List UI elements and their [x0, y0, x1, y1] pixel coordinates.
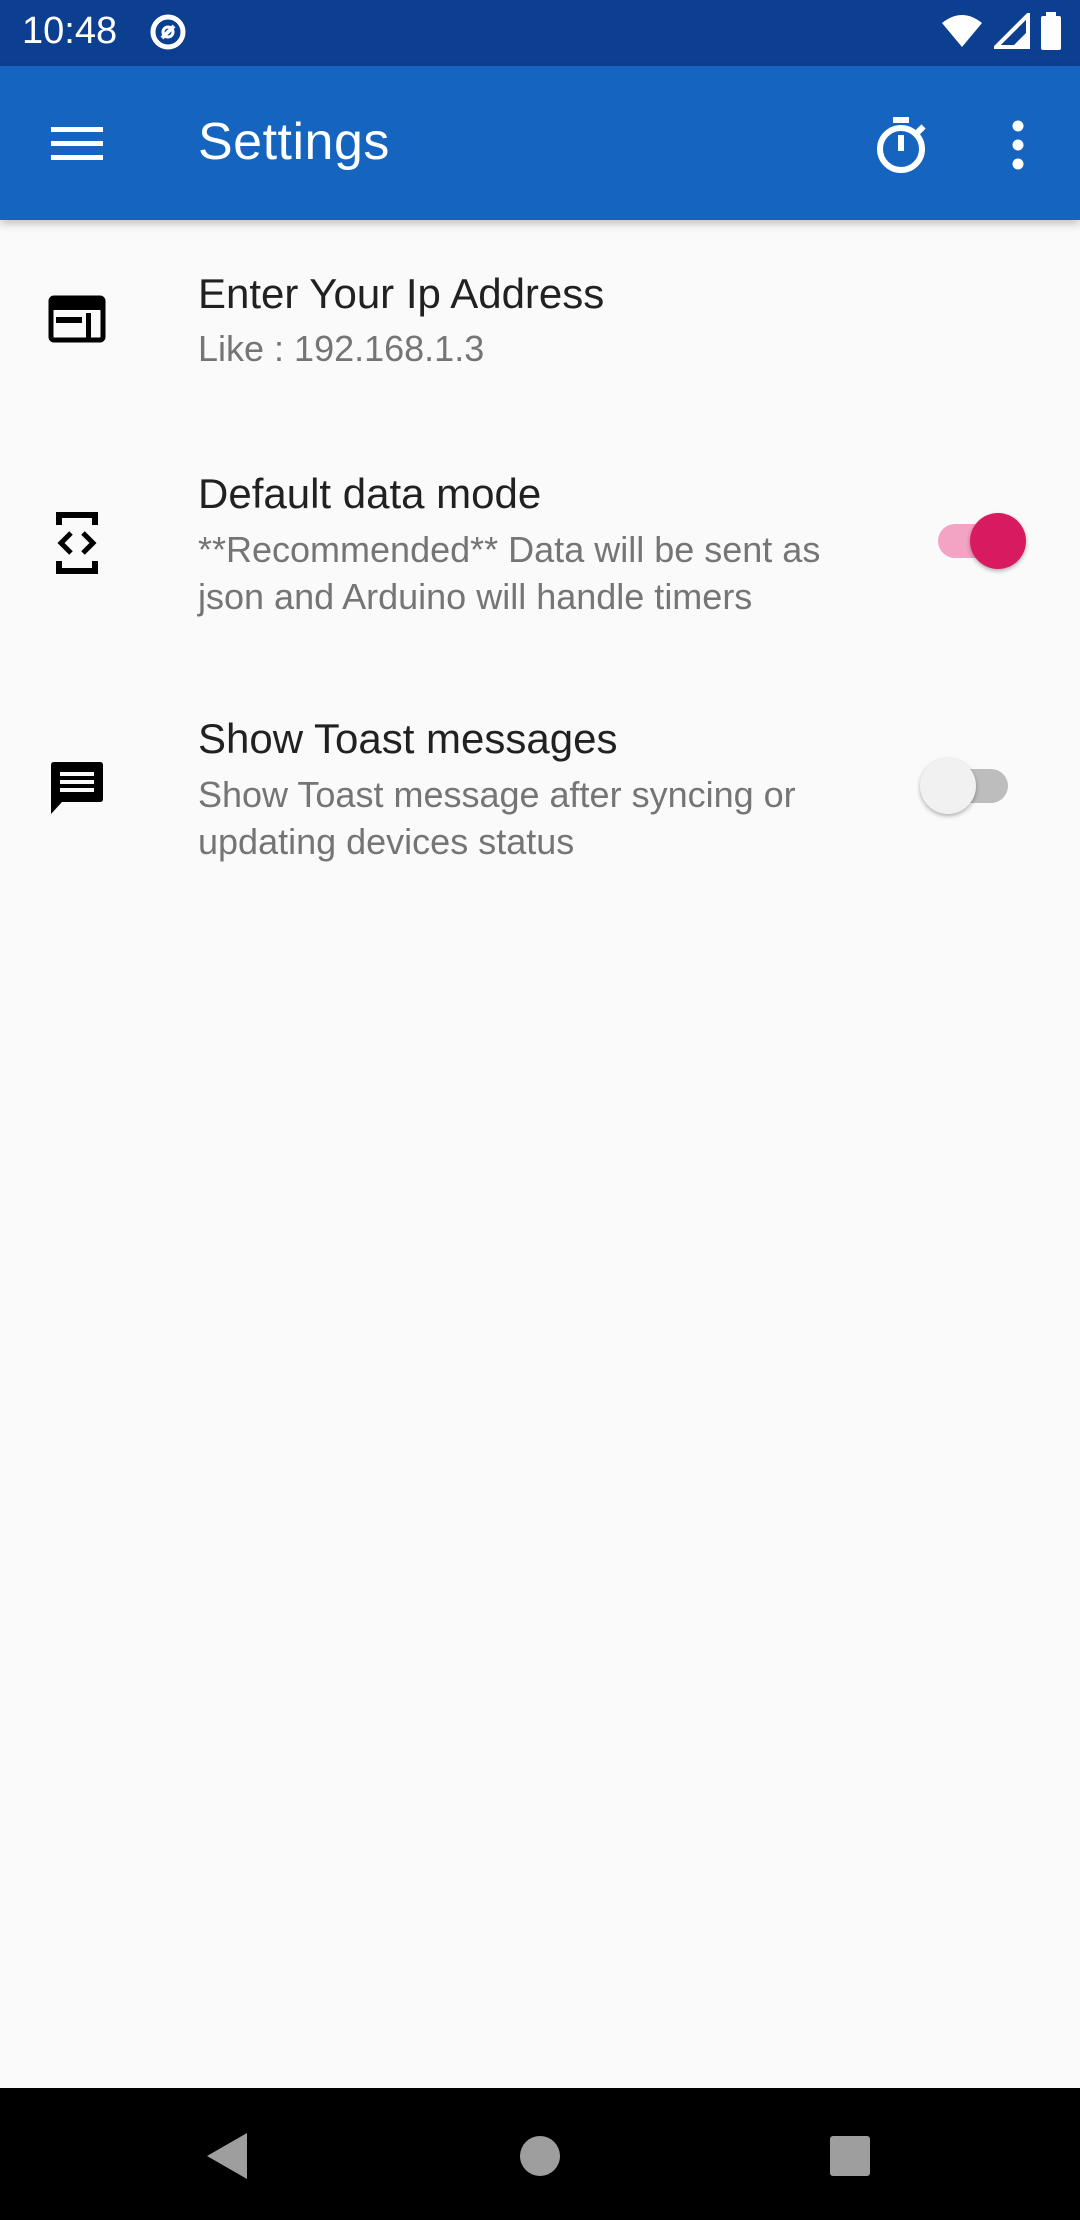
back-icon[interactable] [186, 2116, 266, 2196]
status-bar: 10:48 [0, 0, 1080, 66]
pref-data-mode[interactable]: Default data mode **Recommended** Data w… [0, 440, 1080, 640]
home-icon[interactable] [500, 2116, 580, 2196]
pref-title: Enter Your Ip Address [198, 270, 605, 317]
status-time: 10:48 [22, 10, 118, 52]
data-saver-icon [148, 12, 188, 52]
battery-icon [1040, 11, 1062, 55]
page-title: Settings [198, 113, 390, 171]
cellular-signal-icon [991, 9, 1030, 54]
timer-icon[interactable] [866, 110, 936, 180]
toast-messages-switch[interactable] [920, 747, 1030, 817]
pref-summary: Like : 192.168.1.3 [198, 328, 485, 369]
code-device-icon [44, 510, 110, 576]
message-icon [44, 755, 110, 821]
web-window-icon [44, 286, 110, 352]
app-bar: Settings [0, 66, 1080, 220]
recents-icon[interactable] [810, 2116, 890, 2196]
pref-ip-address[interactable]: Enter Your Ip Address Like : 192.168.1.3 [0, 220, 1080, 410]
more-vert-icon[interactable] [990, 110, 1046, 180]
pref-title: Show Toast messages [198, 715, 618, 762]
wifi-icon [940, 13, 984, 54]
pref-summary: **Recommended** Data will be sent as jso… [198, 529, 821, 617]
pref-title: Default data mode [198, 470, 542, 517]
pref-toast-messages[interactable]: Show Toast messages Show Toast message a… [0, 685, 1080, 885]
switch-thumb [970, 513, 1026, 569]
pref-summary: Show Toast message after syncing or upda… [198, 774, 796, 862]
switch-thumb [920, 758, 976, 814]
navigation-bar [0, 2088, 1080, 2220]
menu-icon[interactable] [38, 110, 116, 176]
data-mode-switch[interactable] [920, 502, 1030, 572]
